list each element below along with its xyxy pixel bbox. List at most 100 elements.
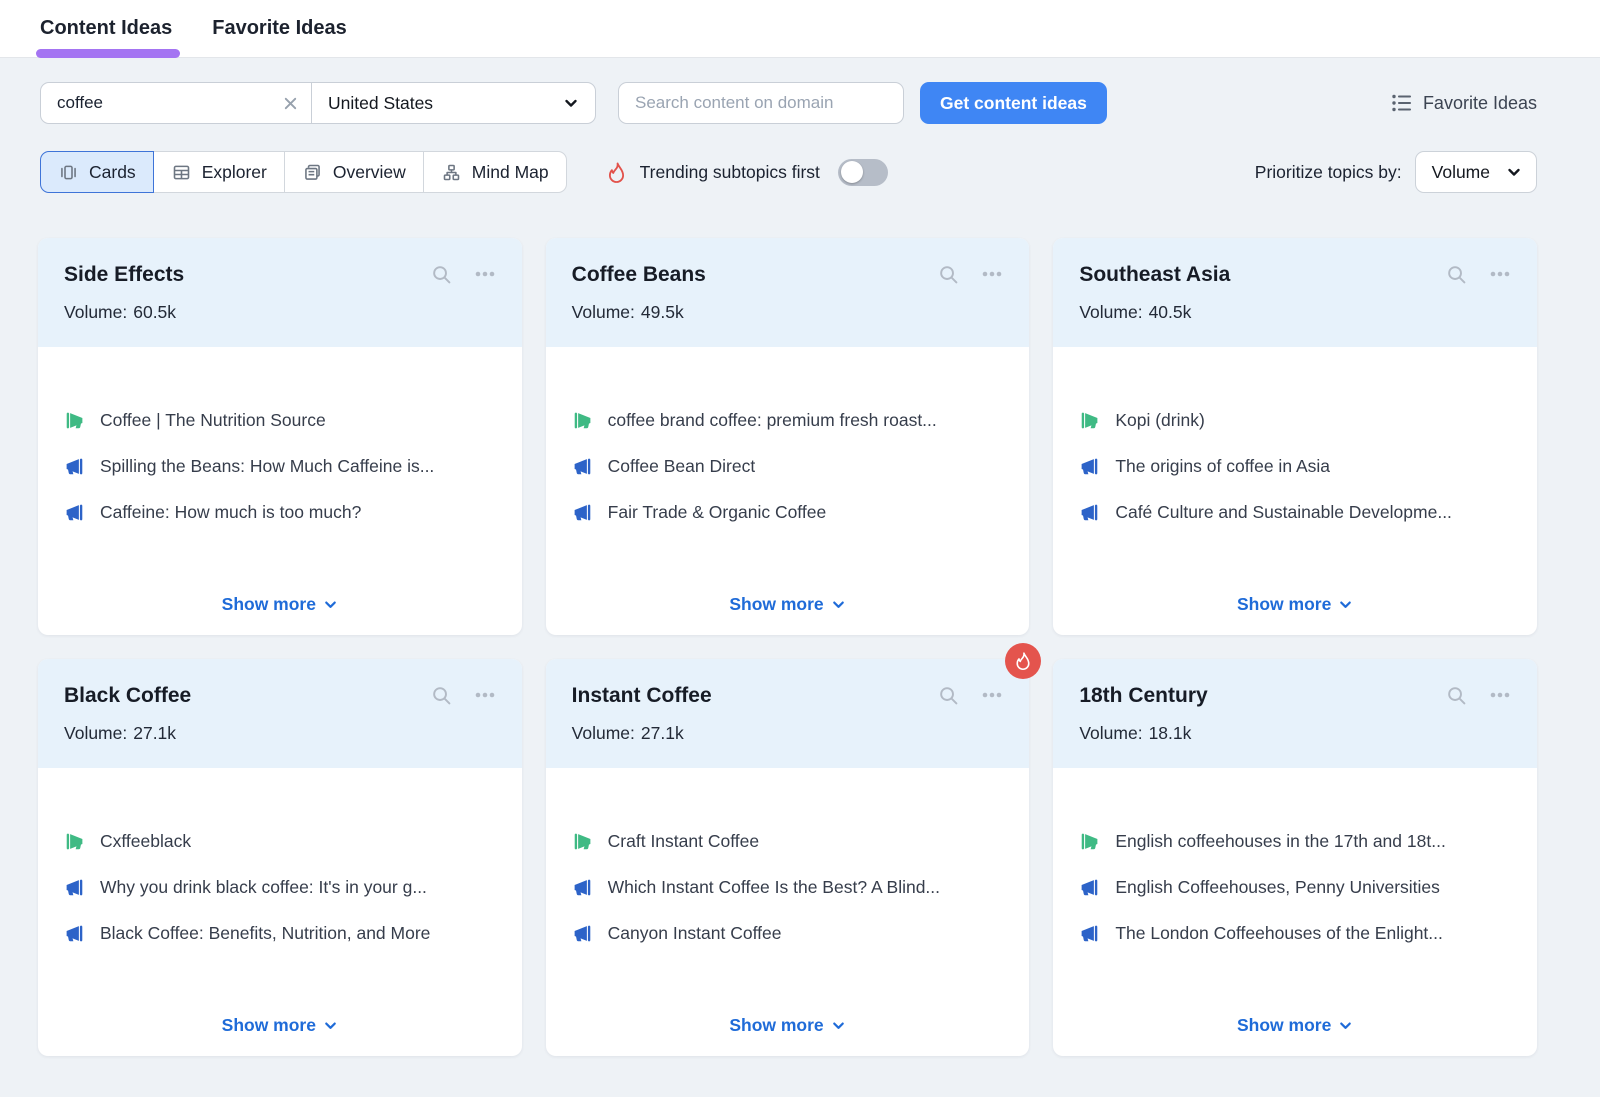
idea-item[interactable]: Why you drink black coffee: It's in your…: [64, 877, 496, 898]
database-value: United States: [328, 93, 433, 114]
megaphone-icon: [572, 923, 593, 944]
view-overview-button[interactable]: Overview: [284, 151, 424, 193]
show-more-button[interactable]: Show more: [1237, 594, 1353, 615]
idea-item[interactable]: The origins of coffee in Asia: [1079, 456, 1511, 477]
topic-card-southeast-asia: Southeast Asia Volume:40.5k Kopi (drink)…: [1053, 238, 1537, 635]
card-title: Side Effects: [64, 263, 184, 287]
megaphone-icon: [1079, 923, 1100, 944]
more-menu-icon[interactable]: [1489, 684, 1511, 706]
idea-item[interactable]: Cxffeeblack: [64, 831, 496, 852]
megaphone-icon: [1079, 410, 1100, 431]
view-explorer-button[interactable]: Explorer: [153, 151, 285, 193]
idea-item[interactable]: Café Culture and Sustainable Developme..…: [1079, 502, 1511, 523]
chevron-down-icon: [323, 597, 338, 612]
search-icon[interactable]: [938, 264, 959, 285]
idea-item[interactable]: Which Instant Coffee Is the Best? A Blin…: [572, 877, 1004, 898]
card-body: English coffeehouses in the 17th and 18t…: [1053, 768, 1537, 1015]
view-mindmap-button[interactable]: Mind Map: [423, 151, 567, 193]
tab-content-ideas[interactable]: Content Ideas: [40, 0, 172, 57]
volume-text: Volume:60.5k: [64, 302, 496, 323]
card-title: 18th Century: [1079, 684, 1207, 708]
volume-text: Volume:40.5k: [1079, 302, 1511, 323]
search-row: United States Get content ideas Favorite…: [40, 82, 1537, 124]
idea-item[interactable]: Coffee Bean Direct: [572, 456, 1004, 477]
more-menu-icon[interactable]: [1489, 263, 1511, 285]
idea-item[interactable]: Black Coffee: Benefits, Nutrition, and M…: [64, 923, 496, 944]
prioritize-control: Prioritize topics by: Volume: [1255, 151, 1537, 193]
topic-card-black-coffee: Black Coffee Volume:27.1k Cxffeeblack Wh…: [38, 659, 522, 1056]
idea-item[interactable]: Coffee | The Nutrition Source: [64, 410, 496, 431]
show-more-button[interactable]: Show more: [1237, 1015, 1353, 1036]
show-more-button[interactable]: Show more: [222, 1015, 338, 1036]
prioritize-value: Volume: [1432, 162, 1490, 183]
card-header: Instant Coffee Volume:27.1k: [546, 659, 1030, 768]
more-menu-icon[interactable]: [981, 684, 1003, 706]
show-more-button[interactable]: Show more: [729, 1015, 845, 1036]
megaphone-icon: [572, 502, 593, 523]
tab-favorite-ideas[interactable]: Favorite Ideas: [212, 0, 347, 57]
get-content-ideas-button[interactable]: Get content ideas: [920, 82, 1107, 124]
topic-cards-grid: Side Effects Volume:60.5k Coffee | The N…: [38, 238, 1537, 1056]
idea-item[interactable]: Fair Trade & Organic Coffee: [572, 502, 1004, 523]
idea-item[interactable]: Canyon Instant Coffee: [572, 923, 1004, 944]
domain-search-input[interactable]: [618, 82, 904, 124]
idea-item[interactable]: English Coffeehouses, Penny Universities: [1079, 877, 1511, 898]
trending-flame-badge: [1005, 643, 1041, 679]
search-icon[interactable]: [1446, 685, 1467, 706]
megaphone-icon: [572, 410, 593, 431]
megaphone-icon: [64, 410, 85, 431]
megaphone-icon: [64, 502, 85, 523]
idea-item[interactable]: Caffeine: How much is too much?: [64, 502, 496, 523]
card-body: Kopi (drink) The origins of coffee in As…: [1053, 347, 1537, 594]
favorite-ideas-link[interactable]: Favorite Ideas: [1390, 92, 1537, 114]
clear-icon[interactable]: [282, 95, 299, 112]
chevron-down-icon: [831, 1018, 846, 1033]
card-body: Coffee | The Nutrition Source Spilling t…: [38, 347, 522, 594]
idea-item[interactable]: The London Coffeehouses of the Enlight..…: [1079, 923, 1511, 944]
more-menu-icon[interactable]: [474, 684, 496, 706]
prioritize-label: Prioritize topics by:: [1255, 162, 1402, 183]
active-tab-underline: [36, 49, 180, 58]
megaphone-icon: [572, 877, 593, 898]
tab-label: Content Ideas: [40, 17, 172, 40]
search-icon[interactable]: [431, 264, 452, 285]
idea-item[interactable]: English coffeehouses in the 17th and 18t…: [1079, 831, 1511, 852]
more-menu-icon[interactable]: [981, 263, 1003, 285]
card-body: Cxffeeblack Why you drink black coffee: …: [38, 768, 522, 1015]
idea-item[interactable]: Kopi (drink): [1079, 410, 1511, 431]
search-icon[interactable]: [1446, 264, 1467, 285]
megaphone-icon: [1079, 831, 1100, 852]
search-icon[interactable]: [938, 685, 959, 706]
view-cards-button[interactable]: Cards: [40, 151, 154, 193]
more-menu-icon[interactable]: [474, 263, 496, 285]
prioritize-select[interactable]: Volume: [1415, 151, 1537, 193]
trending-label: Trending subtopics first: [640, 162, 820, 183]
toggle-knob: [841, 161, 863, 183]
chevron-down-icon: [1338, 1018, 1353, 1033]
idea-item[interactable]: Craft Instant Coffee: [572, 831, 1004, 852]
favorites-list-icon: [1390, 92, 1412, 114]
megaphone-icon: [572, 456, 593, 477]
megaphone-icon: [64, 923, 85, 944]
card-body: Craft Instant Coffee Which Instant Coffe…: [546, 768, 1030, 1015]
tab-label: Favorite Ideas: [212, 17, 347, 40]
show-more-button[interactable]: Show more: [729, 594, 845, 615]
topic-card-side-effects: Side Effects Volume:60.5k Coffee | The N…: [38, 238, 522, 635]
idea-item[interactable]: coffee brand coffee: premium fresh roast…: [572, 410, 1004, 431]
idea-item[interactable]: Spilling the Beans: How Much Caffeine is…: [64, 456, 496, 477]
chevron-down-icon: [563, 95, 579, 111]
show-more-button[interactable]: Show more: [222, 594, 338, 615]
volume-text: Volume:49.5k: [572, 302, 1004, 323]
megaphone-icon: [64, 877, 85, 898]
card-body: coffee brand coffee: premium fresh roast…: [546, 347, 1030, 594]
card-header: Coffee Beans Volume:49.5k: [546, 238, 1030, 347]
trending-toggle[interactable]: [838, 159, 888, 186]
search-icon[interactable]: [431, 685, 452, 706]
volume-text: Volume:18.1k: [1079, 723, 1511, 744]
database-select[interactable]: United States: [311, 83, 595, 123]
card-title: Black Coffee: [64, 684, 191, 708]
card-header: 18th Century Volume:18.1k: [1053, 659, 1537, 768]
overview-icon: [302, 162, 323, 183]
card-title: Southeast Asia: [1079, 263, 1230, 287]
topic-search-input[interactable]: [57, 93, 274, 113]
